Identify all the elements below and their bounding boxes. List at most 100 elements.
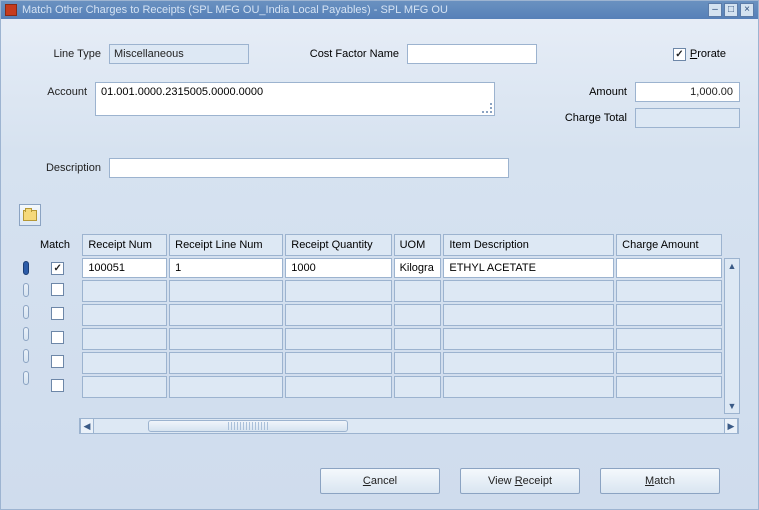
receipt-line-num-cell[interactable] [169, 304, 283, 326]
receipt-num-cell[interactable] [82, 352, 167, 374]
match-checkbox[interactable] [51, 379, 64, 392]
charge-total-label: Charge Total [540, 112, 635, 124]
titlebar: Match Other Charges to Receipts (SPL MFG… [1, 1, 758, 19]
charge-total-field[interactable] [635, 108, 740, 128]
uom-cell[interactable] [394, 352, 442, 374]
col-uom[interactable]: UOM [394, 234, 442, 256]
item-desc-cell[interactable] [443, 328, 614, 350]
account-field[interactable]: 01.001.0000.2315005.0000.0000 [95, 82, 495, 116]
scroll-up-icon[interactable]: ▲ [725, 259, 739, 273]
account-value: 01.001.0000.2315005.0000.0000 [101, 86, 263, 98]
item-desc-cell[interactable] [443, 280, 614, 302]
cost-factor-field[interactable] [407, 44, 537, 64]
prorate-checkbox[interactable] [673, 48, 686, 61]
match-cell [35, 258, 80, 278]
scroll-thumb[interactable] [148, 420, 348, 432]
col-receipt-qty[interactable]: Receipt Quantity [285, 234, 391, 256]
row-selector[interactable] [19, 257, 33, 279]
cancel-button[interactable]: Cancel [320, 468, 440, 494]
item-desc-cell[interactable]: ETHYL ACETATE [443, 258, 614, 278]
folder-tools-button[interactable] [19, 204, 41, 226]
match-header: Match [35, 234, 80, 256]
horizontal-scrollbar[interactable]: ◀ ▶ [79, 418, 739, 434]
amount-field[interactable] [635, 82, 740, 102]
app-icon [5, 4, 17, 16]
table-row [35, 304, 722, 326]
vertical-scrollbar[interactable]: ▲ ▼ [724, 258, 740, 414]
receipt-qty-cell[interactable] [285, 304, 391, 326]
folder-icon [23, 210, 37, 221]
scroll-down-icon[interactable]: ▼ [725, 399, 739, 413]
row-selector[interactable] [19, 301, 33, 323]
receipt-num-cell[interactable] [82, 376, 167, 398]
col-receipt-line-num[interactable]: Receipt Line Num [169, 234, 283, 256]
table-row: 10005111000KilograETHYL ACETATE [35, 258, 722, 278]
receipt-line-num-cell[interactable]: 1 [169, 258, 283, 278]
match-checkbox[interactable] [51, 355, 64, 368]
account-label: Account [19, 82, 95, 98]
receipt-line-num-cell[interactable] [169, 328, 283, 350]
receipt-qty-cell[interactable] [285, 352, 391, 374]
receipt-num-cell[interactable]: 100051 [82, 258, 167, 278]
charge-amt-cell[interactable] [616, 352, 722, 374]
maximize-button[interactable]: □ [724, 3, 738, 17]
window-title: Match Other Charges to Receipts (SPL MFG… [22, 4, 708, 16]
row-selector[interactable] [19, 345, 33, 367]
match-cell [35, 280, 80, 302]
receipt-num-cell[interactable] [82, 304, 167, 326]
receipt-line-num-cell[interactable] [169, 352, 283, 374]
receipt-qty-cell[interactable] [285, 280, 391, 302]
row-selector[interactable] [19, 279, 33, 301]
description-label: Description [19, 162, 109, 174]
cost-factor-label: Cost Factor Name [287, 48, 407, 60]
row-selector[interactable] [19, 323, 33, 345]
receipt-line-num-cell[interactable] [169, 280, 283, 302]
uom-cell[interactable] [394, 280, 442, 302]
scroll-right-icon[interactable]: ▶ [724, 419, 738, 433]
receipt-num-cell[interactable] [82, 328, 167, 350]
item-desc-cell[interactable] [443, 304, 614, 326]
uom-cell[interactable] [394, 328, 442, 350]
description-field[interactable] [109, 158, 509, 178]
item-desc-cell[interactable] [443, 352, 614, 374]
receipts-grid: Match Receipt Num Receipt Line Num Recei… [33, 232, 724, 400]
match-checkbox[interactable] [51, 262, 64, 275]
match-checkbox[interactable] [51, 283, 64, 296]
col-item-desc[interactable]: Item Description [443, 234, 614, 256]
charge-amt-cell[interactable] [616, 304, 722, 326]
uom-cell[interactable] [394, 304, 442, 326]
line-type-label: Line Type [19, 48, 109, 60]
col-charge-amt[interactable]: Charge Amount [616, 234, 722, 256]
close-button[interactable]: × [740, 3, 754, 17]
col-receipt-num[interactable]: Receipt Num [82, 234, 167, 256]
match-cell [35, 376, 80, 398]
receipt-qty-cell[interactable]: 1000 [285, 258, 391, 278]
charge-amt-cell[interactable] [616, 258, 722, 278]
match-cell [35, 328, 80, 350]
uom-cell[interactable]: Kilogra [394, 258, 442, 278]
prorate-label: Prorate [690, 48, 726, 60]
minimize-button[interactable]: – [708, 3, 722, 17]
receipt-qty-cell[interactable] [285, 328, 391, 350]
view-receipt-button[interactable]: View Receipt [460, 468, 580, 494]
row-selector-column [19, 257, 33, 389]
receipt-line-num-cell[interactable] [169, 376, 283, 398]
match-checkbox[interactable] [51, 307, 64, 320]
match-cell [35, 304, 80, 326]
resize-handle-icon[interactable] [482, 103, 492, 113]
table-row [35, 280, 722, 302]
scroll-left-icon[interactable]: ◀ [80, 419, 94, 433]
receipt-num-cell[interactable] [82, 280, 167, 302]
charge-amt-cell[interactable] [616, 376, 722, 398]
line-type-field[interactable] [109, 44, 249, 64]
match-button[interactable]: Match [600, 468, 720, 494]
charge-amt-cell[interactable] [616, 280, 722, 302]
match-checkbox[interactable] [51, 331, 64, 344]
window: Match Other Charges to Receipts (SPL MFG… [0, 0, 759, 510]
item-desc-cell[interactable] [443, 376, 614, 398]
row-selector[interactable] [19, 367, 33, 389]
receipt-qty-cell[interactable] [285, 376, 391, 398]
uom-cell[interactable] [394, 376, 442, 398]
charge-amt-cell[interactable] [616, 328, 722, 350]
table-row [35, 328, 722, 350]
